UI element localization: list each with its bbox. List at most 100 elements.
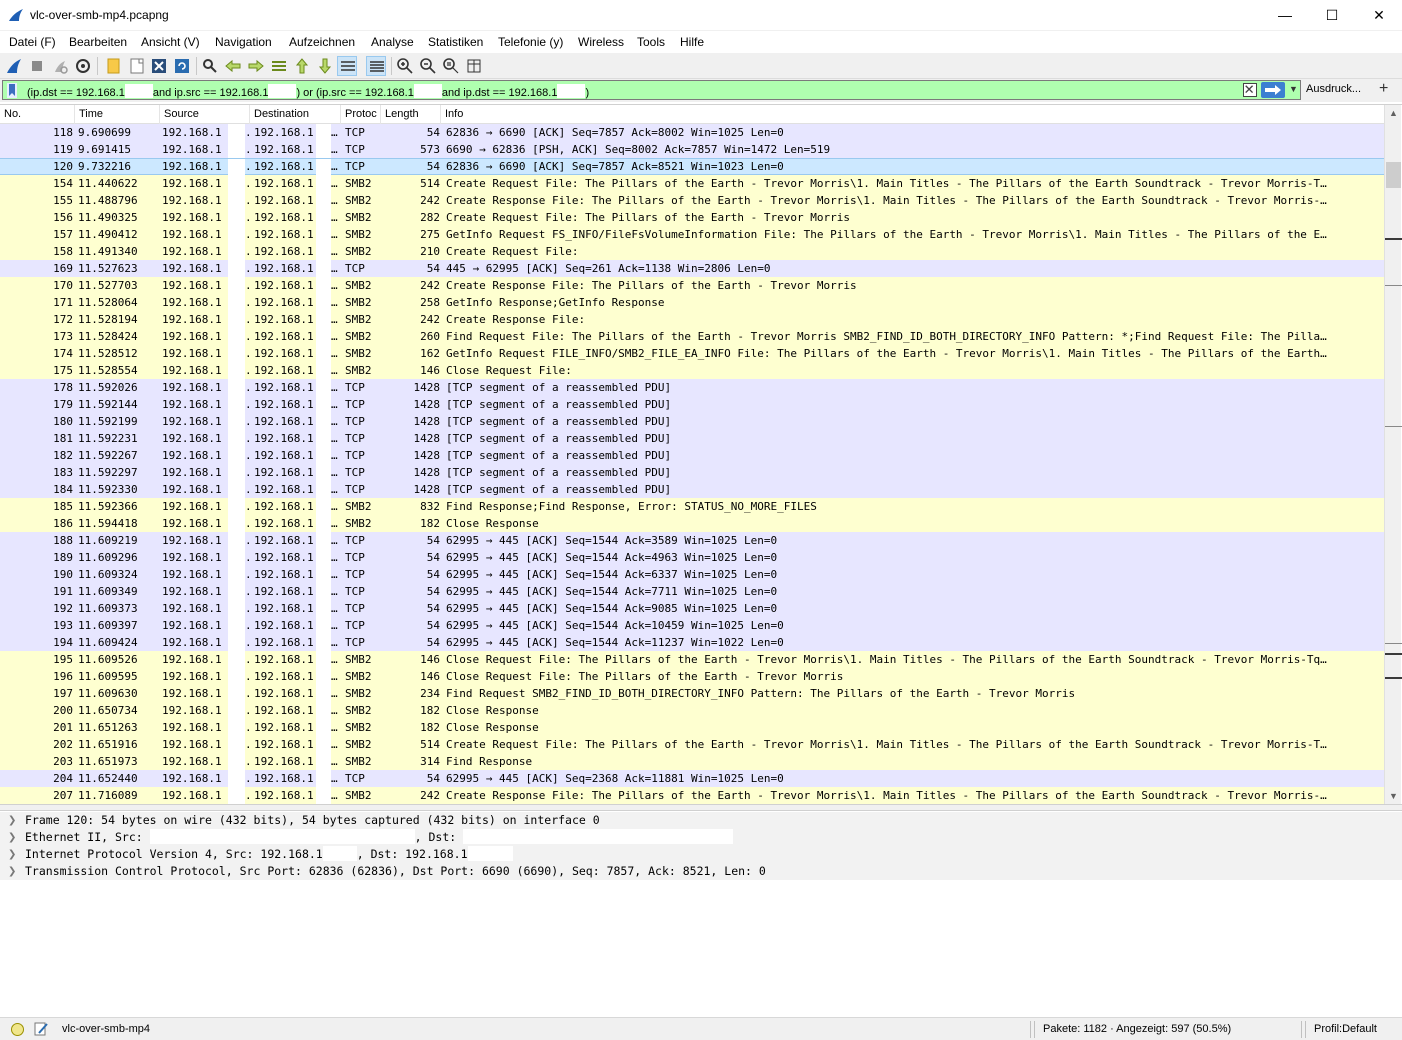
column-header-destination[interactable]: Destination: [250, 105, 341, 124]
zoom-in-icon[interactable]: [395, 56, 415, 76]
first-packet-icon[interactable]: [292, 56, 312, 76]
table-row[interactable]: 179 11.592144 192.168.1 192.168.1 TCP 1428 [TC…: [0, 396, 1384, 413]
column-header-source[interactable]: Source: [160, 105, 250, 124]
table-row[interactable]: 192 11.609373 192.168.1 192.168.1 TCP 54 62995…: [0, 600, 1384, 617]
go-back-icon[interactable]: [223, 56, 243, 76]
menu-analyse[interactable]: Analyse: [371, 35, 414, 49]
table-row[interactable]: 191 11.609349 192.168.1 192.168.1 TCP 54 62995…: [0, 583, 1384, 600]
go-to-packet-icon[interactable]: [269, 56, 289, 76]
table-row[interactable]: 181 11.592231 192.168.1 192.168.1 TCP 1428 [TC…: [0, 430, 1384, 447]
table-row[interactable]: 183 11.592297 192.168.1 192.168.1 TCP 1428 [TC…: [0, 464, 1384, 481]
table-row[interactable]: 119 9.691415 192.168.1 192.168.1 TCP 573 6690 …: [0, 141, 1384, 158]
clear-filter-icon[interactable]: [1243, 83, 1257, 97]
zoom-out-icon[interactable]: [418, 56, 438, 76]
zoom-normal-icon[interactable]: [441, 56, 461, 76]
menu-navigation[interactable]: Navigation: [215, 35, 272, 49]
detail-tcp[interactable]: ❯ Transmission Control Protocol, Src Por…: [0, 863, 1402, 880]
table-row[interactable]: 203 11.651973 192.168.1 192.168.1 SMB2 314 Fin…: [0, 753, 1384, 770]
scrollbar-thumb[interactable]: [1386, 162, 1401, 188]
table-row[interactable]: 196 11.609595 192.168.1 192.168.1 SMB2 146 Clo…: [0, 668, 1384, 685]
table-row[interactable]: 120 9.732216 192.168.1 192.168.1 TCP 54 62836 …: [0, 158, 1384, 176]
detail-ipv4[interactable]: ❯ Internet Protocol Version 4, Src: 192.…: [0, 846, 1402, 863]
table-row[interactable]: 171 11.528064 192.168.1 192.168.1 SMB2 258 Get…: [0, 294, 1384, 311]
autoscroll-icon[interactable]: [337, 56, 357, 76]
table-row[interactable]: 158 11.491340 192.168.1 192.168.1 SMB2 210 Cre…: [0, 243, 1384, 260]
pane-splitter[interactable]: [0, 804, 1402, 811]
table-row[interactable]: 154 11.440622 192.168.1 192.168.1 SMB2 514 Cre…: [0, 175, 1384, 192]
table-row[interactable]: 194 11.609424 192.168.1 192.168.1 TCP 54 62995…: [0, 634, 1384, 651]
menu-bearbeiten[interactable]: Bearbeiten: [69, 35, 127, 49]
expand-chevron-icon[interactable]: ❯: [8, 812, 16, 829]
detail-frame[interactable]: ❯ Frame 120: 54 bytes on wire (432 bits)…: [0, 812, 1402, 829]
table-row[interactable]: 174 11.528512 192.168.1 192.168.1 SMB2 162 Get…: [0, 345, 1384, 362]
table-row[interactable]: 195 11.609526 192.168.1 192.168.1 SMB2 146 Clo…: [0, 651, 1384, 668]
table-row[interactable]: 156 11.490325 192.168.1 192.168.1 SMB2 282 Cre…: [0, 209, 1384, 226]
apply-filter-arrow-icon[interactable]: [1261, 82, 1285, 98]
open-file-icon[interactable]: [104, 56, 124, 76]
save-file-icon[interactable]: [127, 56, 147, 76]
column-header-time[interactable]: Time: [75, 105, 160, 124]
table-row[interactable]: 175 11.528554 192.168.1 192.168.1 SMB2 146 Clo…: [0, 362, 1384, 379]
go-forward-icon[interactable]: [246, 56, 266, 76]
display-filter-input[interactable]: (ip.dst == 192.168.1 and ip.src == 192.16…: [2, 80, 1301, 100]
table-row[interactable]: 185 11.592366 192.168.1 192.168.1 SMB2 832 Fin…: [0, 498, 1384, 515]
find-packet-icon[interactable]: [200, 56, 220, 76]
scroll-up-icon[interactable]: ▲: [1385, 105, 1402, 122]
expand-chevron-icon[interactable]: ❯: [8, 846, 16, 863]
detail-ethernet[interactable]: ❯ Ethernet II, Src: , Dst:: [0, 829, 1402, 846]
expand-chevron-icon[interactable]: ❯: [8, 863, 16, 880]
table-row[interactable]: 157 11.490412 192.168.1 192.168.1 SMB2 275 Get…: [0, 226, 1384, 243]
menu-telefonie[interactable]: Telefonie (y): [498, 35, 563, 49]
table-row[interactable]: 207 11.716089 192.168.1 192.168.1 SMB2 242 Cre…: [0, 787, 1384, 804]
table-row[interactable]: 193 11.609397 192.168.1 192.168.1 TCP 54 62995…: [0, 617, 1384, 634]
menu-tools[interactable]: Tools: [637, 35, 665, 49]
column-header-length[interactable]: Length: [381, 105, 441, 124]
reload-file-icon[interactable]: [172, 56, 192, 76]
table-row[interactable]: 184 11.592330 192.168.1 192.168.1 TCP 1428 [TC…: [0, 481, 1384, 498]
maximize-button[interactable]: ☐: [1309, 0, 1355, 31]
table-row[interactable]: 169 11.527623 192.168.1 192.168.1 TCP 54 445 →…: [0, 260, 1384, 277]
capture-options-icon[interactable]: [73, 56, 93, 76]
filter-bookmark-icon[interactable]: [4, 82, 20, 98]
capture-comment-icon[interactable]: [33, 1021, 49, 1037]
table-row[interactable]: 189 11.609296 192.168.1 192.168.1 TCP 54 62995…: [0, 549, 1384, 566]
shark-fin-start-icon[interactable]: [4, 56, 24, 76]
table-row[interactable]: 155 11.488796 192.168.1 192.168.1 SMB2 242 Cre…: [0, 192, 1384, 209]
menu-hilfe[interactable]: Hilfe: [680, 35, 704, 49]
add-filter-button[interactable]: +: [1379, 80, 1388, 98]
restart-capture-icon[interactable]: [50, 56, 70, 76]
table-row[interactable]: 201 11.651263 192.168.1 192.168.1 SMB2 182 Clo…: [0, 719, 1384, 736]
table-row[interactable]: 178 11.592026 192.168.1 192.168.1 TCP 1428 [TC…: [0, 379, 1384, 396]
column-header-info[interactable]: Info: [441, 105, 1384, 124]
stop-capture-icon[interactable]: [27, 56, 47, 76]
resize-columns-icon[interactable]: [464, 56, 484, 76]
table-row[interactable]: 172 11.528194 192.168.1 192.168.1 SMB2 242 Cre…: [0, 311, 1384, 328]
table-row[interactable]: 182 11.592267 192.168.1 192.168.1 TCP 1428 [TC…: [0, 447, 1384, 464]
expert-info-icon[interactable]: [11, 1023, 24, 1036]
table-row[interactable]: 197 11.609630 192.168.1 192.168.1 SMB2 234 Fin…: [0, 685, 1384, 702]
status-profile[interactable]: Profil:Default: [1314, 1023, 1377, 1035]
table-row[interactable]: 173 11.528424 192.168.1 192.168.1 SMB2 260 Fin…: [0, 328, 1384, 345]
table-row[interactable]: 202 11.651916 192.168.1 192.168.1 SMB2 514 Cre…: [0, 736, 1384, 753]
filter-history-dropdown[interactable]: ▼: [1289, 84, 1298, 94]
table-row[interactable]: 190 11.609324 192.168.1 192.168.1 TCP 54 62995…: [0, 566, 1384, 583]
expand-chevron-icon[interactable]: ❯: [8, 829, 16, 846]
table-row[interactable]: 186 11.594418 192.168.1 192.168.1 SMB2 182 Clo…: [0, 515, 1384, 532]
table-row[interactable]: 180 11.592199 192.168.1 192.168.1 TCP 1428 [TC…: [0, 413, 1384, 430]
last-packet-icon[interactable]: [315, 56, 335, 76]
table-row[interactable]: 170 11.527703 192.168.1 192.168.1 SMB2 242 Cre…: [0, 277, 1384, 294]
menu-aufzeichnen[interactable]: Aufzeichnen: [289, 35, 355, 49]
expression-button[interactable]: Ausdruck...: [1306, 83, 1361, 95]
packet-list-scrollbar[interactable]: ▲ ▼: [1384, 105, 1402, 805]
table-row[interactable]: 204 11.652440 192.168.1 192.168.1 TCP 54 62995…: [0, 770, 1384, 787]
column-header-no[interactable]: No.: [0, 105, 75, 124]
menu-ansicht[interactable]: Ansicht (V): [141, 35, 200, 49]
menu-datei[interactable]: Datei (F): [9, 35, 56, 49]
table-row[interactable]: 188 11.609219 192.168.1 192.168.1 TCP 54 62995…: [0, 532, 1384, 549]
menu-statistiken[interactable]: Statistiken: [428, 35, 483, 49]
menu-wireless[interactable]: Wireless: [578, 35, 624, 49]
close-file-icon[interactable]: [149, 56, 169, 76]
table-row[interactable]: 200 11.650734 192.168.1 192.168.1 SMB2 182 Clo…: [0, 702, 1384, 719]
close-button[interactable]: ✕: [1356, 0, 1402, 31]
table-row[interactable]: 118 9.690699 192.168.1 192.168.1 TCP 54 62836 …: [0, 124, 1384, 141]
